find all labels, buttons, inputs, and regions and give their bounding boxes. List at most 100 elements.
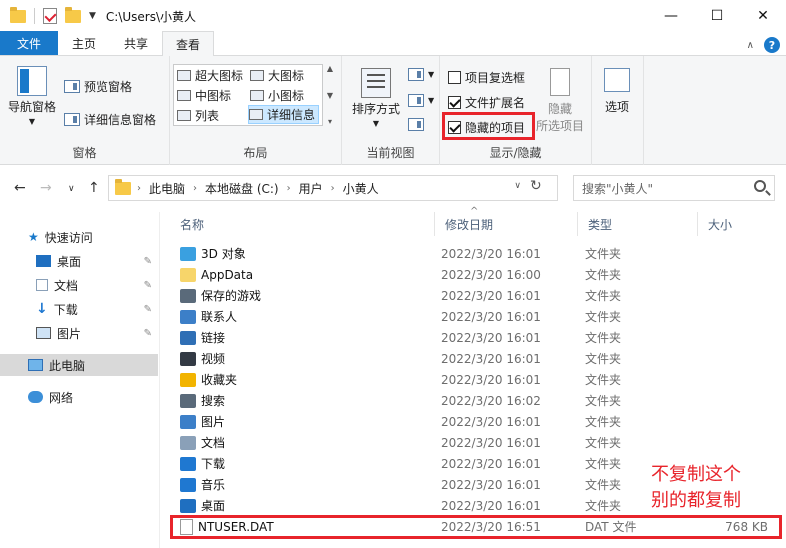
table-row[interactable]: 收藏夹 2022/3/20 16:01 文件夹 [170, 369, 776, 390]
forward-icon[interactable]: → [40, 180, 52, 196]
desktop-icon [180, 498, 196, 513]
chevron-down-icon: ▼ [428, 70, 435, 79]
chevron-right-icon[interactable]: › [135, 183, 143, 194]
table-row[interactable]: 搜索 2022/3/20 16:02 文件夹 [170, 390, 776, 411]
table-row[interactable]: 保存的游戏 2022/3/20 16:01 文件夹 [170, 285, 776, 306]
address-field[interactable]: › 此电脑 › 本地磁盘 (C:) › 用户 › 小黄人 ∨ [108, 175, 558, 201]
chevron-right-icon[interactable]: › [285, 183, 293, 194]
item-checkboxes-label: 项目复选框 [465, 71, 526, 85]
layout-item-label: 详细信息 [267, 108, 316, 122]
sidebar-item-documents[interactable]: 文档 ✎ [0, 274, 158, 296]
recent-locations-icon[interactable]: ∨ [68, 184, 75, 194]
sidebar-item-desktop[interactable]: 桌面 ✎ [0, 250, 158, 272]
cell-type: 文件夹 [585, 394, 622, 408]
sidebar-item-quick-access[interactable]: ★ 快速访问 [0, 226, 158, 248]
chevron-up-icon[interactable]: ▲ [327, 64, 333, 73]
layout-medium-icons[interactable]: 中图标 [177, 87, 231, 104]
expand-icon[interactable]: ▾ [328, 117, 332, 126]
chevron-up-icon[interactable]: ∧ [747, 40, 754, 51]
folder-icon [180, 267, 196, 282]
table-row[interactable]: 联系人 2022/3/20 16:01 文件夹 [170, 306, 776, 327]
pin-icon[interactable]: ✎ [144, 328, 152, 339]
column-header-type[interactable]: 类型 [578, 212, 698, 236]
properties-icon[interactable] [43, 8, 57, 24]
item-checkboxes-checkbox[interactable] [448, 71, 461, 84]
chevron-right-icon[interactable]: › [191, 183, 199, 194]
new-folder-icon[interactable] [65, 6, 81, 23]
ribbon-right-controls: ∧ ? [747, 37, 780, 53]
cell-date: 2022/3/20 16:02 [441, 393, 541, 408]
sidebar-item-label: 桌面 [57, 254, 82, 269]
sidebar-item-this-pc[interactable]: 此电脑 [0, 354, 158, 376]
file-extensions-toggle[interactable]: 文件扩展名 [448, 94, 525, 111]
table-row[interactable]: 链接 2022/3/20 16:01 文件夹 [170, 327, 776, 348]
pin-icon[interactable]: ✎ [144, 304, 152, 315]
options-button[interactable]: 选项 [604, 68, 630, 115]
cell-name: 图片 [180, 413, 225, 430]
tab-share[interactable]: 共享 [110, 31, 162, 55]
cell-type: 文件夹 [585, 457, 622, 471]
pin-icon[interactable]: ✎ [144, 280, 152, 291]
layout-large-icons[interactable]: 大图标 [250, 67, 304, 84]
maximize-button[interactable]: ☐ [694, 0, 740, 32]
breadcrumb-users[interactable]: 用户 [293, 180, 329, 197]
help-icon[interactable]: ? [764, 37, 780, 53]
chevron-down-icon: ▼ [372, 119, 380, 128]
breadcrumb-this-pc[interactable]: 此电脑 [143, 180, 191, 197]
column-header-date[interactable]: 修改日期 [435, 212, 578, 236]
breadcrumb-current[interactable]: 小黄人 [337, 180, 385, 197]
tab-file[interactable]: 文件 [0, 31, 58, 55]
chevron-down-icon[interactable]: ▼ [89, 11, 96, 21]
preview-pane-button[interactable]: 预览窗格 [64, 78, 132, 95]
folder-icon[interactable] [10, 6, 26, 23]
cell-type: 文件夹 [585, 436, 622, 450]
minimize-button[interactable]: — [648, 0, 694, 32]
group-label-current-view: 当前视图 [366, 146, 415, 160]
details-pane-button[interactable]: 详细信息窗格 [64, 111, 156, 128]
group-by-button[interactable]: ▼ [408, 68, 434, 81]
table-row[interactable]: 文档 2022/3/20 16:01 文件夹 [170, 432, 776, 453]
back-icon[interactable]: ← [14, 180, 26, 196]
network-icon [28, 391, 43, 403]
sidebar-item-label: 文档 [54, 278, 79, 293]
up-icon[interactable]: ↑ [88, 180, 100, 196]
table-row[interactable]: 3D 对象 2022/3/20 16:01 文件夹 [170, 243, 776, 264]
sidebar-item-label: 此电脑 [49, 358, 86, 373]
search-icon[interactable] [754, 180, 766, 192]
chevron-right-icon[interactable]: › [329, 183, 337, 194]
layout-details[interactable]: 详细信息 [248, 105, 320, 124]
cell-name: 链接 [180, 329, 225, 346]
refresh-icon[interactable]: ↻ [530, 178, 542, 194]
table-row[interactable]: 视频 2022/3/20 16:01 文件夹 [170, 348, 776, 369]
table-row[interactable]: AppData 2022/3/20 16:00 文件夹 [170, 264, 776, 285]
tab-view[interactable]: 查看 [162, 31, 214, 56]
sidebar-item-pictures[interactable]: 图片 ✎ [0, 322, 158, 344]
chevron-down-icon[interactable]: ▼ [327, 91, 333, 100]
layout-extra-large-icons[interactable]: 超大图标 [177, 67, 243, 84]
close-button[interactable]: ✕ [740, 0, 786, 32]
search-input[interactable]: 搜索"小黄人" [573, 175, 775, 201]
sidebar-item-downloads[interactable]: ↓ 下载 ✎ [0, 298, 158, 320]
file-extensions-checkbox[interactable] [448, 96, 461, 109]
sidebar-item-network[interactable]: 网络 [0, 386, 158, 408]
hide-selected-button[interactable]: 隐藏 所选项目 [536, 68, 584, 134]
item-checkboxes-toggle[interactable]: 项目复选框 [448, 69, 525, 86]
layout-list[interactable]: 列表 [177, 107, 219, 124]
chevron-down-icon[interactable]: ∨ [514, 181, 521, 191]
file-name: 保存的游戏 [201, 289, 262, 303]
table-row[interactable]: 图片 2022/3/20 16:01 文件夹 [170, 411, 776, 432]
layout-small-icons[interactable]: 小图标 [250, 87, 304, 104]
sort-by-button[interactable]: 排序方式 ▼ [352, 68, 400, 128]
tab-home[interactable]: 主页 [58, 31, 110, 55]
address-bar-row: ← → ∨ ↑ › 此电脑 › 本地磁盘 (C:) › 用户 › 小黄人 ∨ ↻… [0, 172, 786, 204]
breadcrumb-local-disk[interactable]: 本地磁盘 (C:) [199, 180, 285, 197]
column-header-name[interactable]: 名称 [170, 212, 435, 236]
layout-scroll[interactable]: ▲ ▼ ▾ [324, 64, 336, 126]
add-columns-button[interactable]: ▼ [408, 94, 434, 107]
nav-pane-button[interactable]: 导航窗格 ▼ [8, 66, 56, 126]
pin-icon[interactable]: ✎ [144, 256, 152, 267]
pane-divider[interactable] [159, 212, 160, 548]
size-columns-button[interactable] [408, 118, 424, 131]
chevron-down-icon: ▼ [28, 117, 36, 126]
column-header-size[interactable]: 大小 [698, 212, 776, 236]
